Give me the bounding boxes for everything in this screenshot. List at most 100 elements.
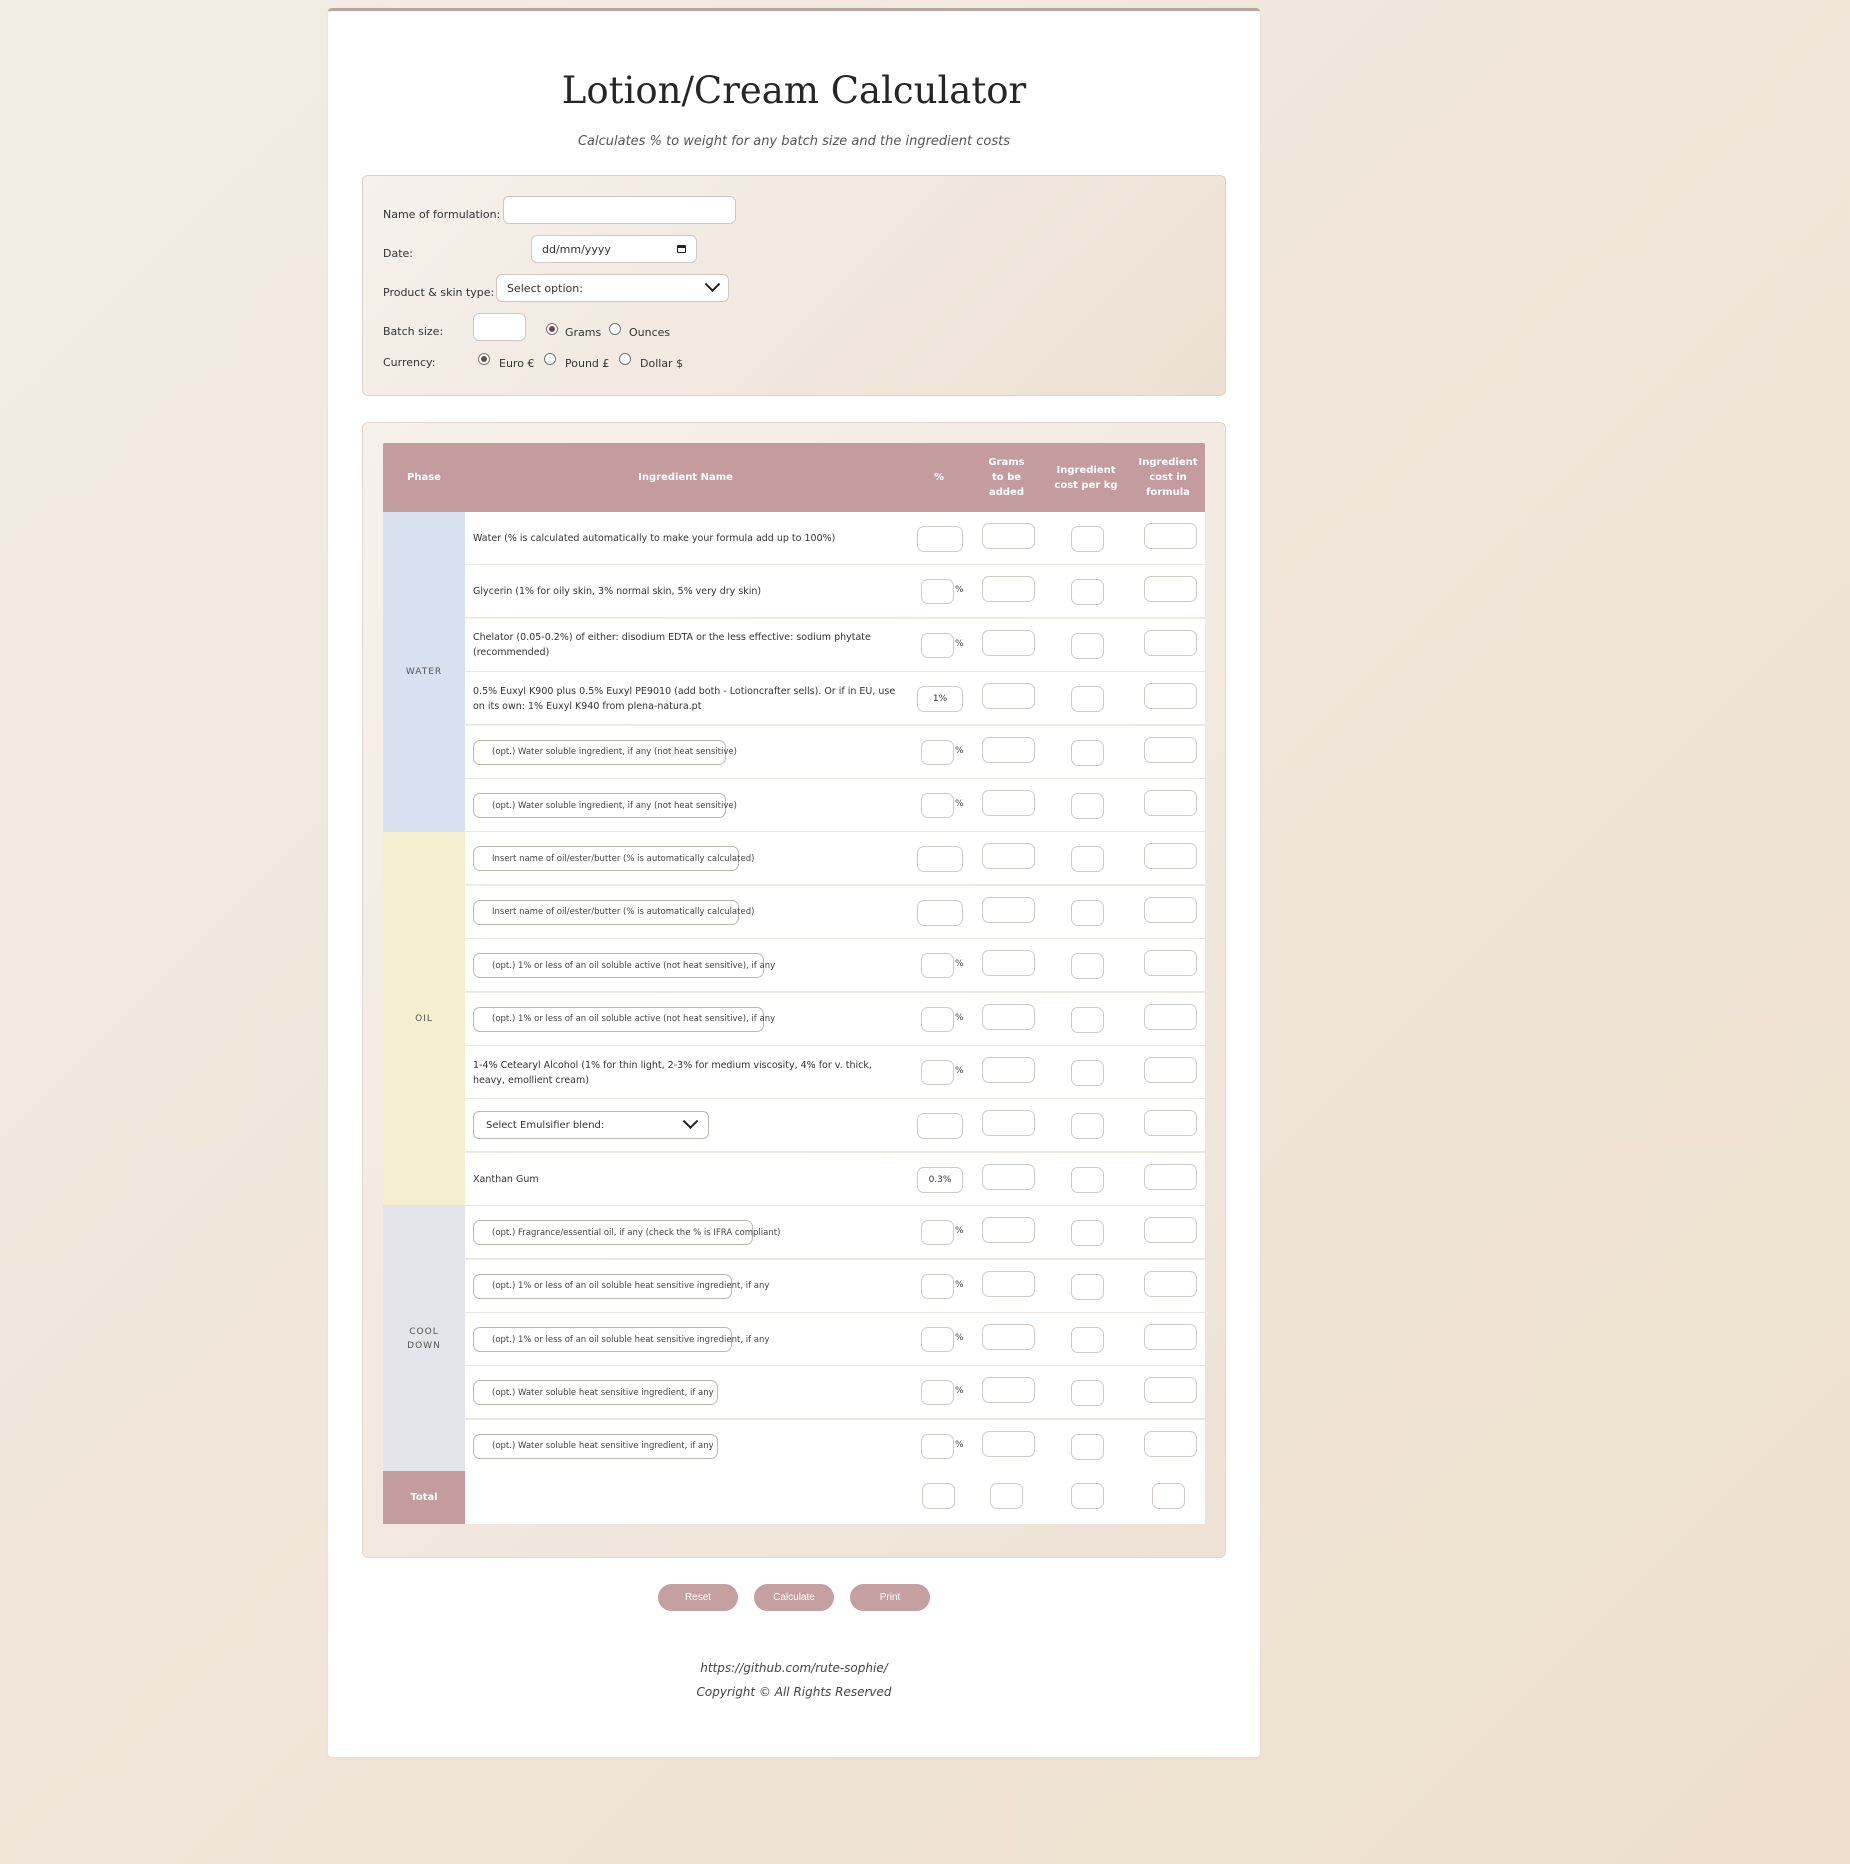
table-row: Xanthan Gum 0.3% — [465, 1152, 1205, 1206]
cost-per-kg-input[interactable] — [1071, 1166, 1104, 1193]
cost-per-kg-input[interactable] — [1071, 846, 1104, 873]
percent-sign: % — [955, 1012, 964, 1023]
ingredient-name-input[interactable]: (opt.) Fragrance/essential oil, if any (… — [473, 1220, 780, 1246]
emulsifier-select-label: Select Emulsifier blend: — [486, 1119, 605, 1131]
cost-per-kg-input[interactable] — [1071, 1327, 1104, 1353]
batch-size-input[interactable] — [473, 313, 526, 341]
cost-in-formula-output — [1144, 1057, 1197, 1083]
ingredient-name-input[interactable]: (opt.) Water soluble heat sensitive ingr… — [473, 1380, 718, 1406]
page-title: Lotion/Cream Calculator — [561, 69, 1027, 112]
ingredient-name-input[interactable]: (opt.) 1% or less of an oil soluble acti… — [473, 953, 775, 979]
cost-per-kg-input[interactable] — [1071, 899, 1104, 926]
phase-oil: OIL — [383, 832, 465, 1205]
table-row: (opt.) 1% or less of an oil soluble acti… — [465, 939, 1205, 993]
cost-per-kg-input[interactable] — [1071, 1006, 1104, 1033]
cost-in-formula-output — [1144, 1003, 1197, 1030]
cost-per-kg-input[interactable] — [1071, 632, 1104, 659]
percent-input[interactable] — [921, 632, 954, 658]
product-selected-value: Select option: — [507, 281, 583, 295]
date-placeholder: dd/mm/yyyy — [542, 242, 611, 256]
footer-link[interactable]: https://github.com/rute-sophie/ — [328, 1661, 1260, 1675]
cost-in-formula-output — [1144, 790, 1197, 816]
table-row: (opt.) 1% or less of an oil soluble acti… — [465, 992, 1205, 1046]
table-header: Phase Ingredient Name % Grams to be adde… — [383, 443, 1205, 512]
ingredient-name-input[interactable]: (opt.) Water soluble heat sensitive ingr… — [473, 1433, 718, 1459]
ingredient-name-input[interactable]: Insert name of oil/ester/butter (% is au… — [473, 846, 754, 872]
cost-per-kg-input[interactable] — [1071, 739, 1104, 766]
cost-per-kg-input[interactable] — [1071, 793, 1104, 819]
percent-input[interactable] — [921, 1433, 954, 1459]
cost-in-formula-output — [1144, 1324, 1197, 1350]
table-row: Glycerin (1% for oily skin, 3% normal sk… — [465, 565, 1205, 619]
cost-per-kg-input[interactable] — [1071, 1060, 1104, 1086]
grams-output — [982, 790, 1035, 816]
ingredient-name-input[interactable]: (opt.) Water soluble ingredient, if any … — [473, 793, 737, 818]
ingredient-name: Chelator (0.05-0.2%) of either: disodium… — [473, 632, 871, 659]
ingredient-name-input[interactable]: (opt.) 1% or less of an oil soluble heat… — [473, 1327, 769, 1352]
percent-input[interactable] — [921, 1327, 954, 1352]
grams-output — [982, 843, 1035, 870]
table-row: 1-4% Cetearyl Alcohol (1% for thin light… — [465, 1046, 1205, 1099]
table-row: (opt.) Water soluble ingredient, if any … — [465, 779, 1205, 832]
currency-dollar-radio[interactable] — [619, 353, 631, 365]
cost-per-kg-input[interactable] — [1071, 1380, 1104, 1407]
calculate-button[interactable]: Calculate — [754, 1584, 834, 1611]
chevron-down-icon — [704, 275, 721, 292]
percent-sign: % — [955, 1066, 964, 1076]
unit-grams-label: Grams — [565, 326, 602, 339]
table-row: Insert name of oil/ester/butter (% is au… — [465, 885, 1205, 939]
percent-input[interactable] — [921, 1220, 954, 1246]
cost-per-kg-input[interactable] — [1071, 526, 1104, 552]
percent-input[interactable] — [921, 739, 954, 765]
date-input[interactable]: dd/mm/yyyy — [531, 235, 697, 263]
percent-input[interactable] — [921, 579, 954, 605]
chevron-down-icon — [682, 1113, 699, 1129]
unit-grams-radio[interactable] — [546, 323, 558, 335]
currency-pound-radio[interactable] — [544, 353, 556, 365]
cost-in-formula-output — [1144, 576, 1197, 603]
percent-calculated — [917, 1113, 963, 1140]
reset-button[interactable]: Reset — [658, 1584, 738, 1611]
percent-input[interactable] — [921, 793, 954, 818]
percent-input[interactable] — [921, 1273, 954, 1299]
percent-input[interactable] — [921, 1006, 954, 1032]
currency-pound-label: Pound £ — [565, 357, 610, 370]
emulsifier-select[interactable]: Select Emulsifier blend: — [473, 1111, 709, 1140]
grams-output — [982, 1217, 1035, 1244]
percent-input[interactable] — [921, 1380, 954, 1406]
product-label: Product & skin type: — [383, 286, 495, 299]
cost-per-kg-input[interactable] — [1071, 1433, 1104, 1460]
grams-output — [982, 629, 1035, 656]
cost-per-kg-input[interactable] — [1071, 686, 1104, 713]
currency-dollar-label: Dollar $ — [640, 357, 684, 370]
cost-per-kg-input[interactable] — [1071, 579, 1104, 606]
grams-output — [982, 1430, 1035, 1457]
cost-in-formula-output — [1144, 736, 1197, 763]
percent-sign: % — [955, 1333, 964, 1343]
percent-calculated — [917, 899, 963, 926]
total-percent — [922, 1483, 955, 1509]
cost-per-kg-input[interactable] — [1071, 1220, 1104, 1247]
product-skin-type-select[interactable]: Select option: — [496, 274, 729, 302]
grams-output — [982, 1110, 1035, 1137]
percent-input[interactable] — [921, 1060, 954, 1085]
table-row: (opt.) Water soluble ingredient, if any … — [465, 725, 1205, 779]
calendar-icon[interactable] — [677, 245, 686, 253]
ingredient-name-input[interactable]: (opt.) Water soluble ingredient, if any … — [473, 739, 737, 765]
grams-output — [982, 1163, 1035, 1190]
ingredient-name-input[interactable]: Insert name of oil/ester/butter (% is au… — [473, 899, 754, 925]
currency-euro-label: Euro € — [499, 357, 535, 370]
percent-input[interactable] — [921, 953, 954, 979]
cost-per-kg-input[interactable] — [1071, 1113, 1104, 1140]
footer-copyright: Copyright © All Rights Reserved — [696, 1685, 892, 1699]
formulation-name-input[interactable] — [503, 196, 736, 224]
table-row: (opt.) Fragrance/essential oil, if any (… — [465, 1206, 1205, 1260]
ingredient-name-input[interactable]: (opt.) 1% or less of an oil soluble heat… — [473, 1273, 769, 1299]
unit-ounces-radio[interactable] — [609, 323, 621, 335]
currency-euro-radio[interactable] — [478, 353, 490, 365]
ingredient-name-input[interactable]: (opt.) 1% or less of an oil soluble acti… — [473, 1006, 775, 1032]
print-button[interactable]: Print — [850, 1584, 930, 1611]
name-label: Name of formulation: — [383, 208, 501, 221]
cost-per-kg-input[interactable] — [1071, 1273, 1104, 1300]
cost-per-kg-input[interactable] — [1071, 953, 1104, 980]
